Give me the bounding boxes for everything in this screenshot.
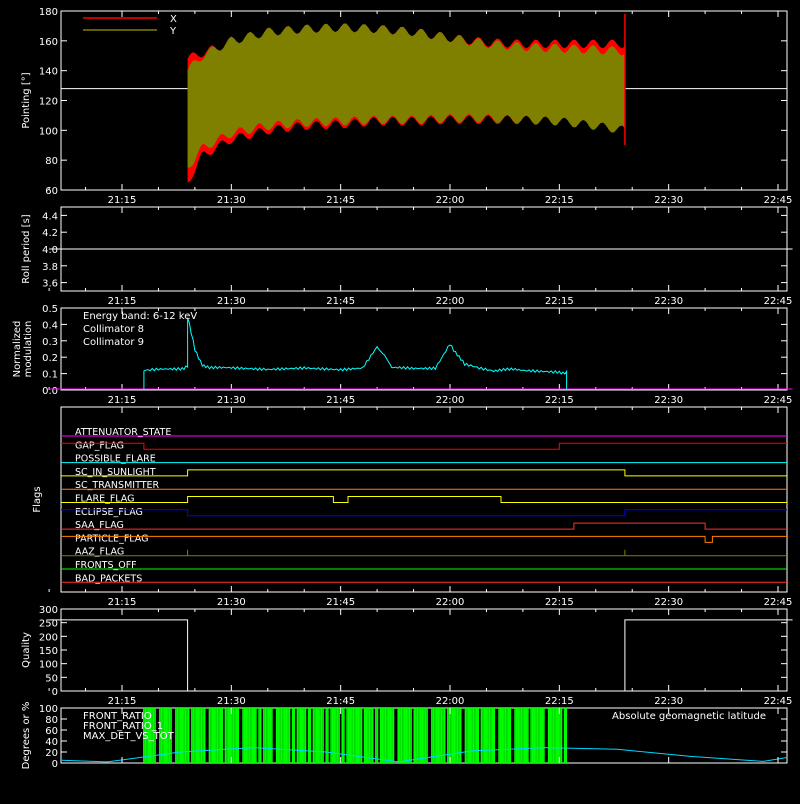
modulation-xtick-label: 21:15 <box>108 395 137 406</box>
pointing-legend-label-x: X <box>170 14 177 25</box>
flag-label-eclipse-flag: ECLIPSE_FLAG <box>75 507 143 518</box>
quality-xtick-label: 22:15 <box>545 696 574 707</box>
quality-xtick-label: 22:30 <box>654 696 683 707</box>
roll-xtick-label: 22:15 <box>545 296 574 307</box>
quality-xtick-label: 21:45 <box>326 696 355 707</box>
pointing-xtick-label: 22:45 <box>764 195 793 206</box>
quality-ytick-label: 150 <box>39 646 58 657</box>
front-ratio-ytick-label: 100 <box>39 704 58 715</box>
flag-line-gap-flag <box>61 442 787 450</box>
modulation-xtick-label: 22:30 <box>654 395 683 406</box>
roll-ytick-label: 4.4 <box>42 211 58 222</box>
modulation-ytick-label: 0.1 <box>42 370 58 381</box>
quality-frame <box>60 608 788 692</box>
roll-xtick-label: 22:00 <box>436 296 465 307</box>
pointing-ytick-label: 140 <box>39 67 58 78</box>
front-ratio-ytick-label: 0 <box>52 759 58 770</box>
flags-xtick-label: 22:45 <box>764 597 793 608</box>
geomag-annotation: Absolute geomagnetic latitude <box>612 711 766 722</box>
flag-label-gap-flag: GAP_FLAG <box>75 440 124 451</box>
pointing-ytick-label: 80 <box>45 156 58 167</box>
flag-line-eclipse-flag <box>61 509 787 517</box>
pointing-xtick-label: 21:45 <box>326 195 355 206</box>
pointing-xtick-label: 21:30 <box>217 195 246 206</box>
quality-ylabel: Quality <box>21 632 32 668</box>
modulation-ylabel-1: Normalized <box>12 321 23 378</box>
quality-ytick-label: 0 <box>52 687 58 698</box>
modulation-ylabel-2: modulation <box>23 321 34 378</box>
flag-line-saa-flag <box>61 522 787 530</box>
pointing-xtick-label: 22:00 <box>436 195 465 206</box>
flags-xtick-label: 22:00 <box>436 597 465 608</box>
flags-ylabel: Flags <box>32 486 43 512</box>
pointing-ytick-label: 100 <box>39 126 58 137</box>
roll-ytick-label: 3.6 <box>42 279 58 290</box>
flag-line-flare-flag <box>61 496 787 503</box>
flag-line-aaz-flag <box>61 549 787 557</box>
modulation-ytick-label: 0.4 <box>42 320 58 331</box>
quality-ytick-label: 50 <box>45 673 58 684</box>
quality-line <box>49 619 793 692</box>
modulation-xtick-label: 21:45 <box>326 395 355 406</box>
modulation-ytick-label: 0.2 <box>42 353 58 364</box>
front-ratio-ytick-label: 20 <box>45 748 58 759</box>
flags-xtick-label: 22:30 <box>654 597 683 608</box>
quality-ytick-label: 300 <box>39 605 58 616</box>
front-ratio-ytick-label: 80 <box>45 715 58 726</box>
flag-line-particle-flag <box>61 535 787 543</box>
modulation-xtick-label: 22:45 <box>764 395 793 406</box>
quality-xtick-label: 22:45 <box>764 696 793 707</box>
front-ratio-ylabel: Degrees or % <box>21 702 32 770</box>
quality-xtick-label: 22:00 <box>436 696 465 707</box>
flags-xtick-label: 21:30 <box>217 597 246 608</box>
roll-xtick-label: 21:45 <box>326 296 355 307</box>
pointing-xtick-label: 21:15 <box>108 195 137 206</box>
hessi-quicklook-chart: 6080100120140160180Pointing [°]21:15 21:3… <box>12 7 793 770</box>
modulation-ytick-label: 0.3 <box>42 337 58 348</box>
quality-xtick-label: 21:30 <box>217 696 246 707</box>
pointing-xtick-label: 22:15 <box>545 195 574 206</box>
front-ratio-ytick-label: 40 <box>45 737 58 748</box>
modulation-ytick-label: 0.5 <box>42 304 58 315</box>
roll-ytick-label: 3.8 <box>42 262 58 273</box>
roll-ylabel: Roll period [s] <box>21 214 32 283</box>
modulation-xtick-label: 21:30 <box>217 395 246 406</box>
front-ratio-ytick-label: 60 <box>45 726 58 737</box>
pointing-xtick-label: 22:30 <box>654 195 683 206</box>
roll-xtick-label: 21:15 <box>108 296 137 307</box>
roll-xtick-label: 21:30 <box>217 296 246 307</box>
collimator-8-line <box>143 317 568 390</box>
pointing-legend-label-y: Y <box>169 26 177 37</box>
flag-line-sc-in-sunlight <box>61 469 787 477</box>
chart-root: 60 80 100 120 140 160 180 Pointing [°] 21:15 21:3… <box>0 0 800 800</box>
quality-ytick-label: 200 <box>39 632 58 643</box>
pointing-ytick-label: 120 <box>39 97 58 108</box>
pointing-ytick-label: 160 <box>39 37 58 48</box>
flags-xtick-label: 22:15 <box>545 597 574 608</box>
roll-xtick-label: 22:45 <box>764 296 793 307</box>
roll-xtick-label: 22:30 <box>654 296 683 307</box>
modulation-xtick-label: 22:00 <box>436 395 465 406</box>
pointing-ytick-label: 60 <box>45 186 58 197</box>
modulation-legend-collimator-9: Collimator 9 <box>83 337 144 348</box>
roll-ytick-label: 4.0 <box>42 245 58 256</box>
modulation-legend-collimator-8: Collimator 8 <box>83 324 144 335</box>
modulation-legend-title: Energy band: 6-12 keV <box>83 311 197 322</box>
modulation-xtick-label: 22:15 <box>545 395 574 406</box>
quality-xtick-label: 21:15 <box>108 696 137 707</box>
front-ratio-legend-2: MAX_DET_VS_TOT <box>83 731 175 742</box>
pointing-ytick-label: 180 <box>39 7 58 18</box>
quality-ytick-label: 100 <box>39 660 58 671</box>
pointing-ylabel: Pointing [°] <box>21 72 32 128</box>
flags-xtick-label: 21:15 <box>108 597 137 608</box>
roll-ytick-label: 4.2 <box>42 228 58 239</box>
flag-label-particle-flag: PARTICLE_FLAG <box>75 533 148 544</box>
modulation-ytick-label: 0.0 <box>42 386 58 397</box>
flags-xtick-label: 21:45 <box>326 597 355 608</box>
